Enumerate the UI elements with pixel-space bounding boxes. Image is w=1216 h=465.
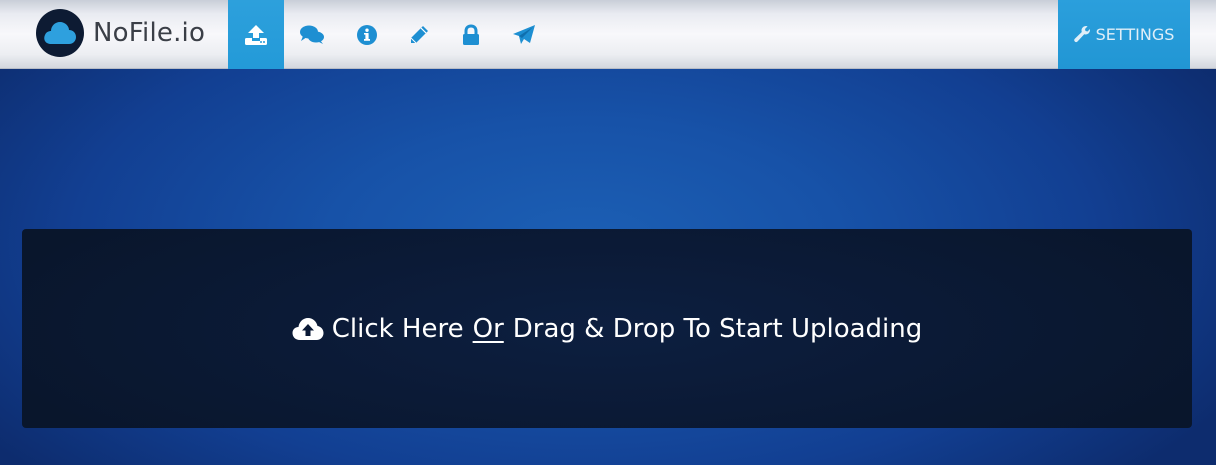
pencil-icon <box>410 25 428 43</box>
nav-info[interactable] <box>346 0 388 69</box>
brand[interactable]: NoFile.io <box>36 9 205 57</box>
nav-comments[interactable] <box>290 0 334 69</box>
dropzone-suffix: Drag & Drop To Start Uploading <box>512 313 923 344</box>
paper-plane-icon <box>513 24 535 44</box>
settings-label: SETTINGS <box>1095 25 1175 44</box>
nav-edit[interactable] <box>398 0 440 69</box>
nav-upload[interactable] <box>228 0 284 69</box>
dropzone-message: Click Here Or Drag & Drop To Start Uploa… <box>292 313 923 344</box>
nav-lock[interactable] <box>450 0 492 69</box>
cloud-upload-icon <box>292 317 324 341</box>
settings-button[interactable]: SETTINGS <box>1058 0 1190 69</box>
comments-icon <box>300 25 324 44</box>
nav-send[interactable] <box>502 0 546 69</box>
dropzone-prefix: Click Here <box>331 313 464 344</box>
lock-icon <box>463 23 479 45</box>
top-navbar: NoFile.io SETTINGS <box>0 0 1216 69</box>
wrench-icon <box>1073 26 1090 43</box>
upload-dropzone[interactable]: Click Here Or Drag & Drop To Start Uploa… <box>22 229 1192 428</box>
brand-name: NoFile.io <box>93 18 206 48</box>
info-icon <box>357 24 377 45</box>
dropzone-or: Or <box>472 313 504 344</box>
upload-icon <box>245 24 267 45</box>
cloud-logo-icon <box>36 9 84 57</box>
